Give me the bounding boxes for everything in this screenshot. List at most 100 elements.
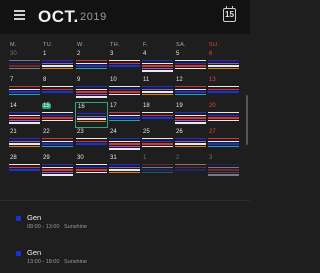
event-indicator <box>76 93 107 96</box>
day-cell[interactable]: 30 <box>8 50 41 76</box>
day-number: 3 <box>209 155 213 161</box>
day-cell[interactable]: 1 <box>41 50 74 76</box>
day-cell[interactable]: 15 <box>41 102 74 128</box>
day-number: 28 <box>10 155 17 161</box>
day-cell[interactable]: 21 <box>8 128 41 154</box>
event-indicator <box>142 164 173 166</box>
event-indicator <box>109 169 140 171</box>
event-indicator <box>76 96 107 98</box>
day-cell[interactable]: 4 <box>141 50 174 76</box>
day-cell[interactable]: 17 <box>108 102 141 128</box>
today-button[interactable]: 15 <box>223 6 236 22</box>
event-indicator <box>76 91 107 93</box>
day-number: 21 <box>10 129 17 135</box>
event-indicator <box>175 145 206 148</box>
scroll-handle[interactable] <box>246 95 248 145</box>
event-indicator <box>208 114 239 116</box>
event-indicator <box>9 138 40 140</box>
day-number: 8 <box>43 77 47 83</box>
weekday-label: W. <box>77 42 85 48</box>
event-indicator <box>76 166 107 168</box>
event-indicator <box>109 138 140 140</box>
event-indicator <box>9 62 40 64</box>
event-indicator <box>109 148 140 150</box>
event-indicator <box>142 86 173 88</box>
day-cell[interactable]: 10 <box>108 76 141 102</box>
year-label: 2019 <box>80 11 107 23</box>
event-indicator <box>175 67 206 70</box>
day-cell[interactable]: 13 <box>207 76 240 102</box>
event-indicator <box>9 60 40 62</box>
day-cell[interactable]: 12 <box>174 76 207 102</box>
event-indicator <box>42 174 73 176</box>
day-cell[interactable]: 7 <box>8 76 41 102</box>
day-cell[interactable]: 19 <box>174 102 207 128</box>
event-indicator <box>175 117 206 119</box>
day-cell[interactable]: 24 <box>108 128 141 154</box>
day-cell[interactable]: 16 <box>75 102 108 128</box>
agenda-event[interactable]: Gen 08:00 - 13:00 Sunshine <box>0 212 250 236</box>
event-indicator <box>208 138 239 140</box>
day-cell[interactable]: 5 <box>174 50 207 76</box>
event-indicator <box>175 164 206 166</box>
day-number: 30 <box>77 155 84 161</box>
event-indicator <box>9 86 40 88</box>
day-cell[interactable]: 30 <box>75 154 108 180</box>
day-cell[interactable]: 3 <box>207 154 240 180</box>
event-indicator <box>9 166 40 168</box>
event-indicator <box>175 86 206 88</box>
event-title: Gen <box>27 213 42 222</box>
event-indicator <box>208 140 239 142</box>
event-indicator <box>42 86 73 88</box>
day-cell[interactable]: 22 <box>41 128 74 154</box>
event-indicator <box>142 93 173 96</box>
day-cell[interactable]: 14 <box>8 102 41 128</box>
day-cell[interactable]: 3 <box>108 50 141 76</box>
day-number: 30 <box>10 51 17 57</box>
day-cell[interactable]: 11 <box>141 76 174 102</box>
day-number: 1 <box>143 155 147 161</box>
day-cell[interactable]: 29 <box>41 154 74 180</box>
agenda-event[interactable]: Gen 13:00 - 18:00 Sunshine <box>0 247 250 271</box>
event-indicator <box>76 171 107 174</box>
day-cell[interactable]: 8 <box>41 76 74 102</box>
day-cell[interactable]: 31 <box>108 154 141 180</box>
event-indicator <box>175 114 206 116</box>
month-title[interactable]: OCT. <box>38 7 79 27</box>
day-number: 13 <box>209 77 216 83</box>
event-label: Sunshine <box>64 224 87 230</box>
day-number: 24 <box>110 129 117 135</box>
event-indicator <box>76 88 107 90</box>
menu-icon[interactable] <box>14 10 25 20</box>
event-indicator <box>76 138 107 140</box>
day-cell[interactable]: 1 <box>141 154 174 180</box>
day-number: 18 <box>143 103 150 109</box>
day-number: 27 <box>209 129 216 135</box>
event-indicator <box>109 114 140 116</box>
event-indicator <box>175 62 206 64</box>
event-indicator <box>175 65 206 67</box>
day-number: 14 <box>10 103 17 109</box>
day-cell[interactable]: 23 <box>75 128 108 154</box>
day-cell[interactable]: 26 <box>174 128 207 154</box>
event-indicator <box>76 140 107 142</box>
day-number: 1 <box>43 51 47 57</box>
event-indicator <box>142 171 173 174</box>
day-cell[interactable]: 20 <box>207 102 240 128</box>
day-cell[interactable]: 9 <box>75 76 108 102</box>
event-indicator <box>9 164 40 166</box>
day-number: 17 <box>110 103 117 109</box>
event-indicator <box>142 138 173 140</box>
day-cell[interactable]: 2 <box>75 50 108 76</box>
day-cell[interactable]: 18 <box>141 102 174 128</box>
event-indicator <box>42 143 73 145</box>
day-cell[interactable]: 6 <box>207 50 240 76</box>
day-cell[interactable]: 25 <box>141 128 174 154</box>
event-indicator <box>109 117 140 119</box>
event-indicator <box>142 143 173 145</box>
day-cell[interactable]: 2 <box>174 154 207 180</box>
day-cell[interactable]: 28 <box>8 154 41 180</box>
day-cell[interactable]: 27 <box>207 128 240 154</box>
event-indicator <box>142 70 173 72</box>
event-label: Sunshine <box>64 259 87 265</box>
